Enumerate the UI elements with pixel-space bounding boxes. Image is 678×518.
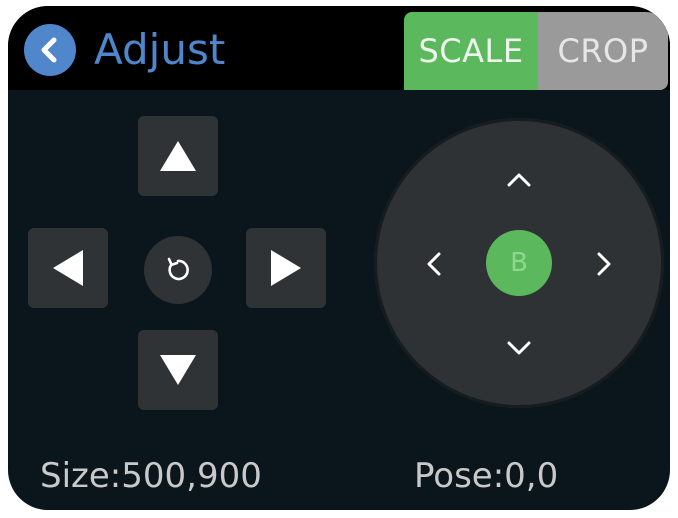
adjust-screen: Adjust SCALE CROP B Size:500,900 Pose:0,…	[8, 6, 670, 510]
joystick-center-button[interactable]: B	[486, 230, 552, 296]
size-readout: Size:500,900	[40, 456, 262, 496]
joystick-up-button[interactable]	[497, 158, 541, 202]
joystick-left-button[interactable]	[412, 242, 456, 286]
joystick-down-button[interactable]	[497, 326, 541, 370]
chevron-down-icon	[507, 341, 531, 355]
chevron-up-icon	[507, 173, 531, 187]
reset-button[interactable]	[144, 236, 212, 304]
triangle-down-icon	[160, 355, 196, 385]
move-down-button[interactable]	[138, 330, 218, 410]
triangle-up-icon	[160, 141, 196, 171]
chevron-right-icon	[597, 252, 611, 276]
triangle-right-icon	[271, 250, 301, 286]
triangle-left-icon	[53, 250, 83, 286]
back-button[interactable]	[24, 24, 76, 76]
header-bar: Adjust SCALE CROP	[8, 6, 670, 90]
mode-scale-button[interactable]: SCALE	[404, 12, 538, 90]
page-title: Adjust	[94, 25, 226, 74]
move-up-button[interactable]	[138, 116, 218, 196]
chevron-left-icon	[41, 37, 57, 63]
mode-crop-button[interactable]: CROP	[538, 12, 668, 90]
move-right-button[interactable]	[246, 228, 326, 308]
pose-readout: Pose:0,0	[414, 456, 559, 496]
chevron-left-icon	[427, 252, 441, 276]
move-left-button[interactable]	[28, 228, 108, 308]
joystick-right-button[interactable]	[582, 242, 626, 286]
rotate-reset-icon	[167, 257, 189, 281]
joystick-pad[interactable]: B	[374, 118, 664, 408]
